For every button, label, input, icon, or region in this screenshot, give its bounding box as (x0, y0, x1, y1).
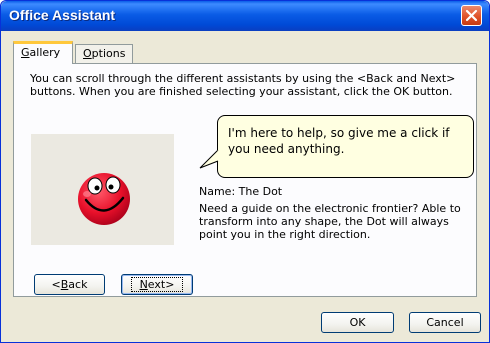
tab-gallery-label: allery (29, 46, 61, 59)
assistant-description: Need a guide on the electronic frontier?… (199, 202, 461, 241)
title-bar[interactable]: Office Assistant (1, 1, 489, 31)
back-button[interactable]: <Back (34, 274, 105, 295)
speech-bubble-text: I'm here to help, so give me a click if … (228, 126, 450, 156)
office-assistant-dialog: Office Assistant Gallery Options You can… (0, 0, 490, 343)
assistant-info: Name: The Dot Need a guide on the electr… (199, 185, 474, 241)
ok-button[interactable]: OK (321, 312, 394, 333)
back-button-label: ack (68, 278, 88, 291)
next-button[interactable]: Next> (121, 274, 193, 295)
back-button-prefix: < (51, 278, 61, 291)
close-button[interactable] (461, 5, 482, 26)
assistant-preview[interactable] (31, 134, 174, 245)
tab-options[interactable]: Options (75, 44, 133, 63)
tab-gallery[interactable]: Gallery (13, 41, 73, 64)
gallery-panel: You can scroll through the different ass… (13, 63, 477, 297)
window-title: Office Assistant (9, 7, 116, 23)
speech-bubble-tail (199, 149, 219, 169)
assistant-speech-bubble[interactable]: I'm here to help, so give me a click if … (217, 115, 474, 178)
cancel-button[interactable]: Cancel (409, 312, 481, 333)
tab-options-accel: O (83, 47, 92, 60)
next-button-accel: N (139, 278, 148, 291)
tab-gallery-accel: G (21, 46, 30, 59)
close-icon (465, 9, 478, 22)
assistant-name: Name: The Dot (199, 185, 283, 198)
tab-options-label: ptions (91, 47, 126, 60)
next-button-label: ext> (147, 278, 175, 291)
next-button-focus: Next> (130, 277, 184, 292)
the-dot-assistant-icon (78, 173, 130, 225)
gallery-instructions: You can scroll through the different ass… (30, 72, 456, 98)
